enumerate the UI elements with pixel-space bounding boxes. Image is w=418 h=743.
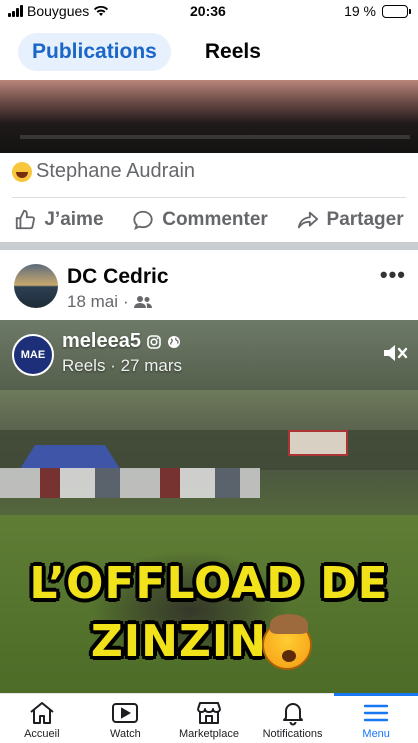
share-icon [297,211,318,229]
friends-icon [133,296,152,308]
status-left: Bouygues [8,3,109,19]
status-bar: Bouygues 20:36 19 % [0,0,418,24]
reactions-summary[interactable]: Stephane Audrain [12,160,195,183]
reel-caption-line1: L’OFFLOAD DE [29,558,389,609]
share-label: Partager [326,209,404,230]
nav-menu-label: Menu [362,728,390,740]
comment-label: Commenter [162,209,268,230]
image-detail [20,135,410,139]
reel-caption-line2: ZINZIN [90,616,268,667]
video-scene-cars [0,468,260,498]
author-avatar[interactable] [14,264,58,308]
mute-icon[interactable] [382,342,408,364]
bottom-navigation: Accueil Watch Marketplace Notifications … [0,693,418,743]
exploding-head-emoji-icon [262,614,312,670]
store-icon [196,702,221,724]
nav-marketplace-label: Marketplace [179,728,239,740]
laugh-emoji-icon [12,161,32,182]
reel-meta: Reels · 27 mars [62,356,182,375]
status-right: 19 % [344,3,411,19]
home-icon [30,702,54,724]
nav-notifications[interactable]: Notifications [251,694,335,743]
globe-icon [167,335,180,348]
share-button[interactable]: Partager [297,209,404,231]
nav-accueil[interactable]: Accueil [0,694,84,743]
thumbs-up-icon [16,209,36,230]
video-icon [112,703,139,723]
post-date[interactable]: 18 mai [67,292,118,312]
profile-tabs: Publications Reels [0,28,418,76]
author-name[interactable]: DC Cedric [67,265,169,289]
video-scene-tent [20,445,120,469]
hamburger-icon [363,704,389,722]
comment-icon [133,210,153,230]
like-label: J’aime [44,209,104,230]
nav-marketplace[interactable]: Marketplace [167,694,251,743]
nav-watch[interactable]: Watch [84,694,168,743]
nav-accueil-label: Accueil [24,728,60,740]
nav-watch-label: Watch [110,728,141,740]
video-scene-sign [288,430,348,456]
reel-account-name: meleea5 [62,330,141,352]
divider [12,197,406,198]
carrier-name: Bouygues [27,3,90,19]
instagram-icon [147,334,161,349]
reactor-name: Stephane Audrain [36,160,196,182]
signal-icon [8,5,23,17]
post-separator [0,242,418,250]
wifi-icon [94,5,109,16]
previous-post-image[interactable] [0,80,418,153]
battery-icon [382,4,411,18]
reel-account-avatar[interactable]: MAE [12,334,54,376]
tab-reels[interactable]: Reels [191,33,275,71]
nav-notifications-label: Notifications [262,728,323,740]
meta-separator: · [123,292,129,311]
comment-button[interactable]: Commenter [132,209,268,231]
reel-video[interactable]: MAE meleea5 Reels · 27 mars L’OFFLOAD DE… [0,320,418,693]
reel-account-header[interactable]: meleea5 [62,330,181,353]
battery-percent: 19 % [344,3,376,19]
tab-publications[interactable]: Publications [18,33,171,71]
more-options-button[interactable]: ••• [380,262,406,288]
post-meta: 18 mai · [67,292,152,312]
post-header: DC Cedric 18 mai · ••• [0,258,418,318]
nav-menu[interactable]: Menu [334,693,418,743]
status-time: 20:36 [190,3,226,19]
bell-icon [282,703,303,726]
post-actions: J’aime Commenter Partager [0,200,418,240]
like-button[interactable]: J’aime [14,209,104,231]
